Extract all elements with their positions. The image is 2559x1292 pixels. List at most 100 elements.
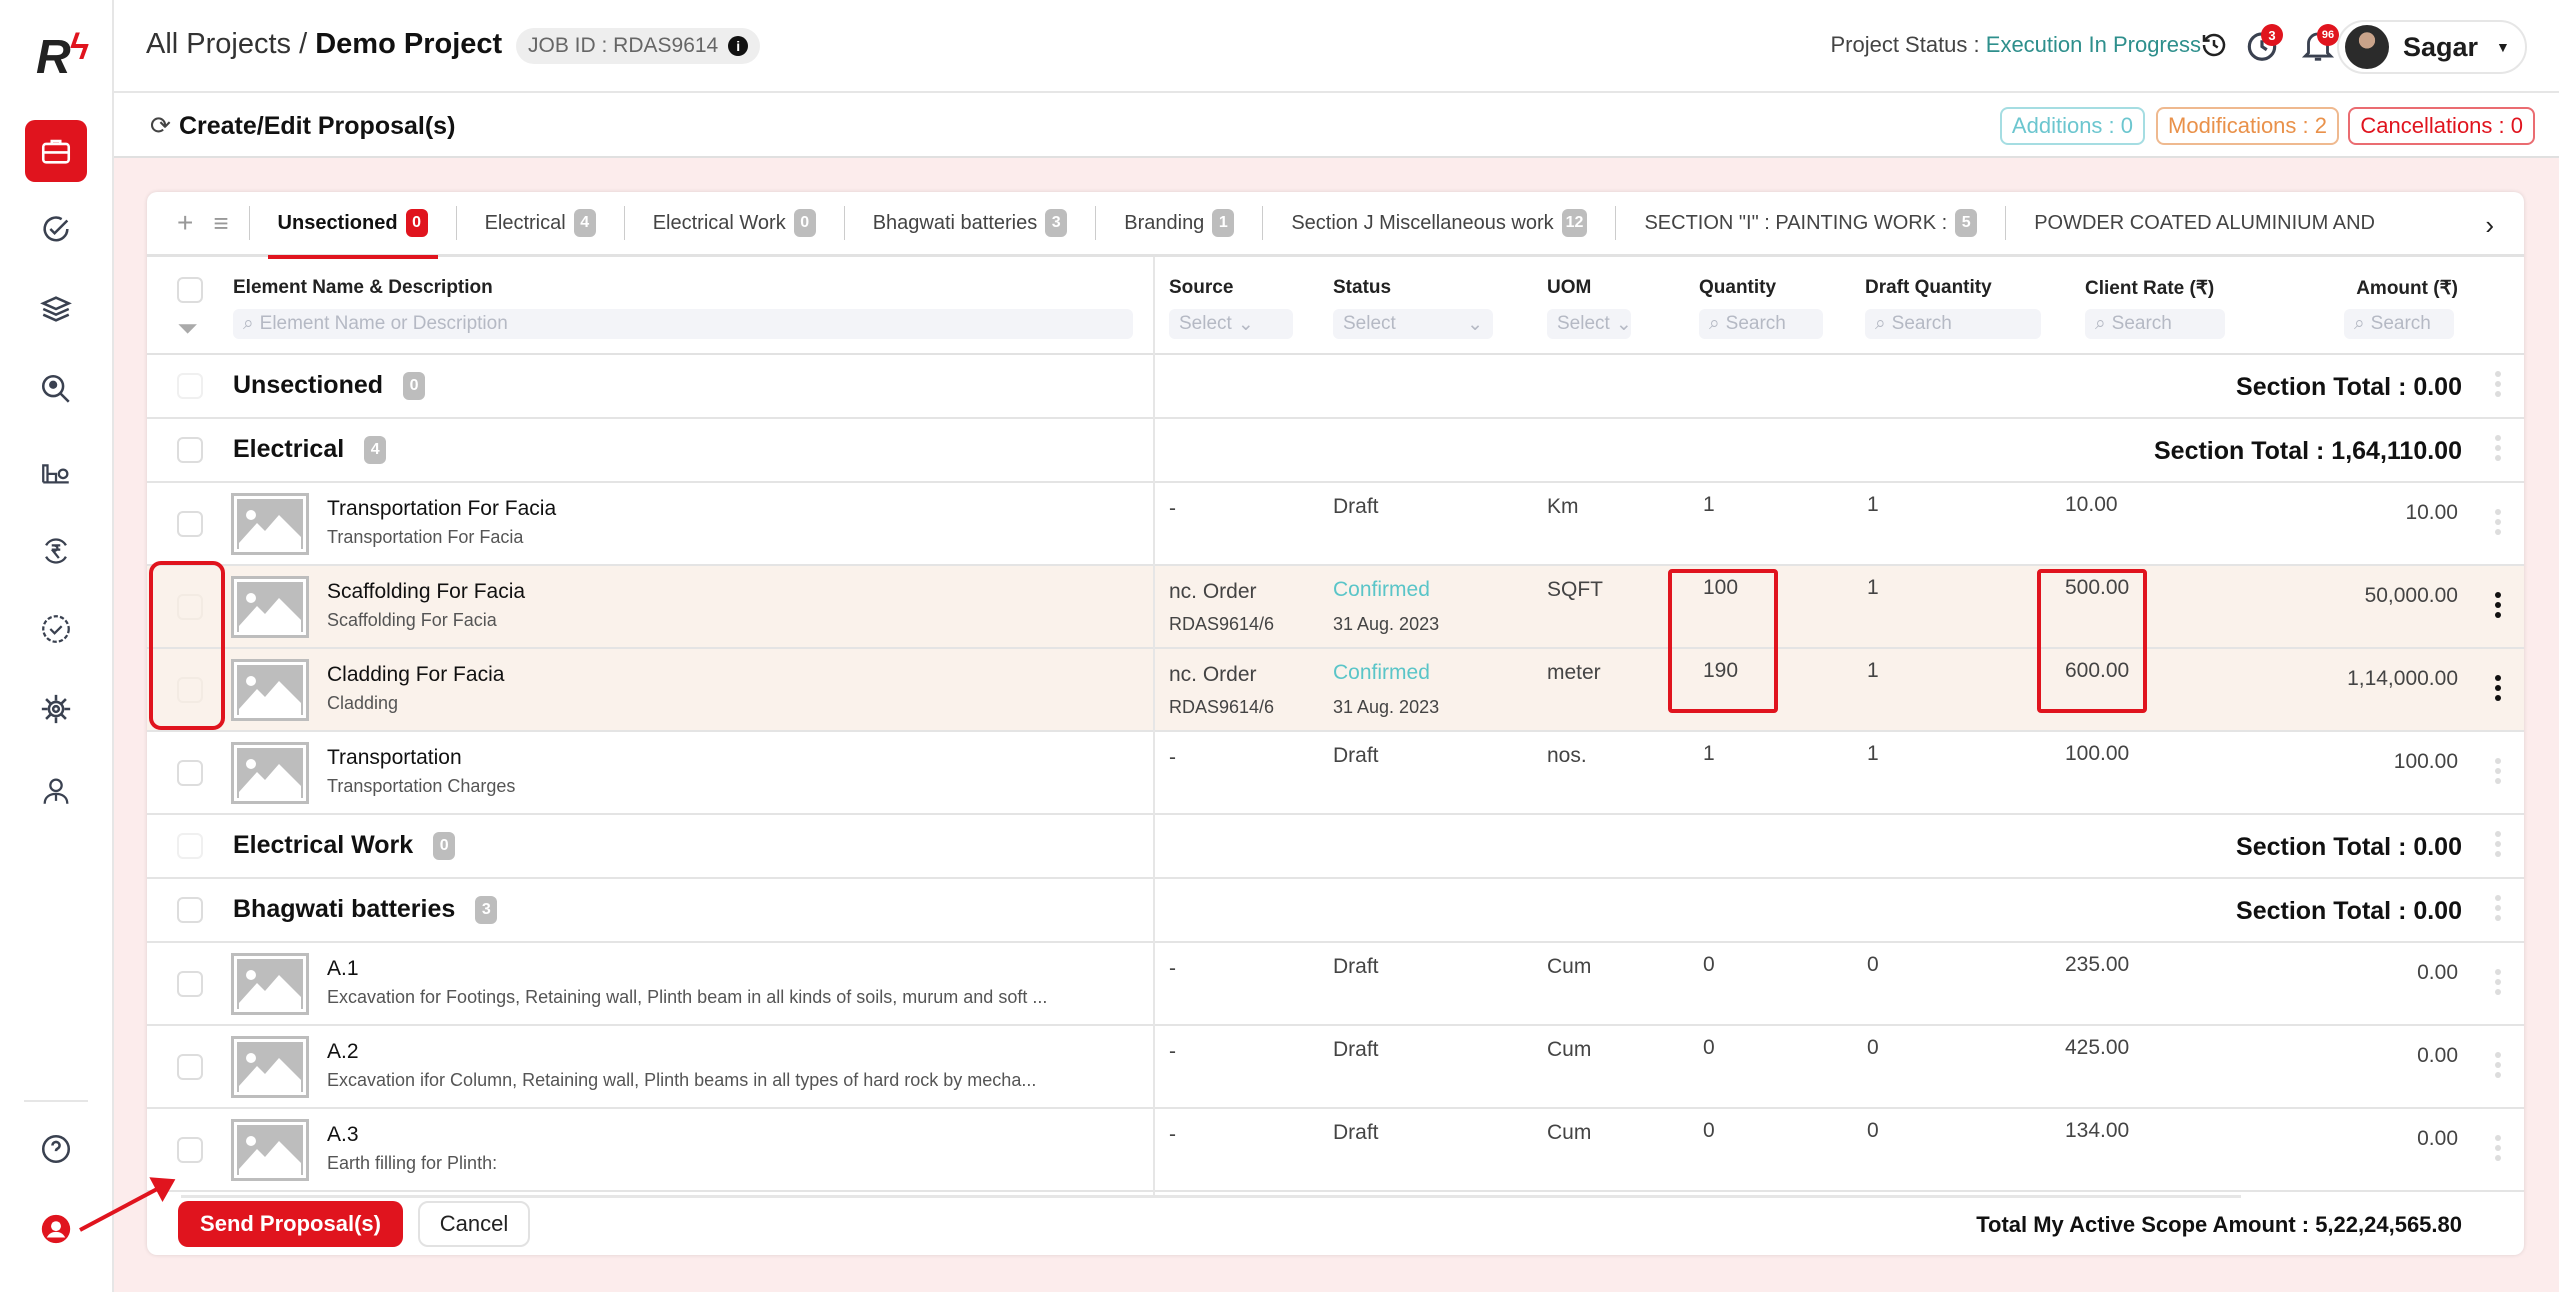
item-status: Draft: [1333, 495, 1379, 518]
more-options-icon[interactable]: [2494, 435, 2502, 461]
table-row[interactable]: Scaffolding For Facia Scaffolding For Fa…: [147, 566, 2524, 649]
row-checkbox[interactable]: [177, 760, 203, 786]
help-icon[interactable]: [25, 1118, 87, 1180]
row-checkbox[interactable]: [177, 971, 203, 997]
breadcrumb-all-projects[interactable]: All Projects: [146, 28, 291, 60]
cancel-button[interactable]: Cancel: [418, 1201, 530, 1247]
item-client-rate[interactable]: 134.00: [2065, 1119, 2129, 1143]
row-checkbox[interactable]: [177, 833, 203, 859]
more-options-icon[interactable]: [2494, 1135, 2502, 1161]
item-client-rate[interactable]: 425.00: [2065, 1036, 2129, 1060]
status-select[interactable]: Select ⌄: [1333, 309, 1493, 339]
tab-powder-coated[interactable]: POWDER COATED ALUMINIUM AND GLA: [2006, 191, 2376, 256]
section-count: 3: [475, 895, 498, 924]
horizontal-scrollbar[interactable]: [181, 1195, 2241, 1198]
item-quantity[interactable]: 1: [1703, 493, 1715, 517]
placeholder: Search: [1725, 313, 1786, 334]
row-checkbox[interactable]: [177, 897, 203, 923]
cancellations-pill[interactable]: Cancellations : 0: [2348, 107, 2535, 145]
item-source-ref: RDAS9614/6: [1169, 697, 1275, 717]
row-checkbox[interactable]: [177, 373, 203, 399]
tab-section-j[interactable]: Section J Miscellaneous work 12: [1263, 191, 1615, 256]
add-section-icon[interactable]: +: [177, 207, 193, 239]
item-quantity[interactable]: 1: [1703, 742, 1715, 766]
source-select[interactable]: Select ⌄: [1169, 309, 1293, 339]
tab-count: 12: [1561, 209, 1588, 237]
placeholder: Element Name or Description: [259, 313, 508, 334]
user-menu[interactable]: Sagar ▼: [2337, 20, 2527, 74]
breadcrumb: All Projects / Demo Project: [146, 28, 502, 61]
history-icon[interactable]: [2199, 30, 2229, 60]
section-label: Electrical Work: [233, 831, 414, 859]
layers-icon[interactable]: [25, 278, 87, 340]
item-draft-quantity: 1: [1867, 493, 1879, 516]
additions-pill[interactable]: Additions : 0: [1999, 107, 2145, 145]
item-client-rate[interactable]: 10.00: [2065, 493, 2118, 517]
more-options-icon[interactable]: [2494, 371, 2502, 397]
sidebar-divider: [24, 1100, 88, 1102]
tab-painting-work[interactable]: SECTION "I" : PAINTING WORK : 5: [1616, 191, 2005, 256]
modifications-pill[interactable]: Modifications : 2: [2156, 107, 2339, 145]
row-checkbox[interactable]: [177, 1137, 203, 1163]
rupee-cycle-icon[interactable]: [25, 520, 87, 582]
support-agent-icon[interactable]: [25, 1198, 87, 1260]
item-name: Transportation For Facia: [327, 497, 557, 520]
item-quantity[interactable]: 0: [1703, 953, 1715, 977]
draft-quantity-search[interactable]: ⌕ Search: [1865, 309, 2041, 339]
more-options-icon[interactable]: [2494, 895, 2502, 921]
more-options-icon[interactable]: [2494, 831, 2502, 857]
item-uom: Km: [1547, 495, 1579, 518]
people-search-icon[interactable]: [25, 358, 87, 420]
tab-scroll-right-icon[interactable]: ›: [2485, 210, 2494, 241]
element-search-input[interactable]: ⌕ Element Name or Description: [233, 309, 1133, 339]
projects-icon[interactable]: [25, 120, 87, 182]
tab-unsectioned[interactable]: Unsectioned 0: [250, 191, 456, 259]
tab-count: 5: [1955, 209, 1978, 237]
info-icon[interactable]: i: [728, 36, 749, 56]
settings-network-icon[interactable]: [25, 678, 87, 740]
list-menu-icon[interactable]: ≡: [213, 208, 228, 239]
client-rate-search[interactable]: ⌕ Search: [2085, 309, 2225, 339]
amount-search[interactable]: ⌕ Search: [2344, 309, 2454, 339]
table-row[interactable]: Transportation Transportation Charges - …: [147, 732, 2524, 815]
search-icon: ⌕: [2354, 313, 2365, 334]
verified-badge-icon[interactable]: [25, 598, 87, 660]
item-quantity[interactable]: 0: [1703, 1119, 1715, 1143]
tab-electrical[interactable]: Electrical 4: [457, 191, 624, 256]
table-row[interactable]: A.2 Excavation ifor Column, Retaining wa…: [147, 1026, 2524, 1109]
table-row[interactable]: A.3 Earth filling for Plinth: - Draft Cu…: [147, 1109, 2524, 1192]
item-client-rate[interactable]: 100.00: [2065, 742, 2129, 766]
filter-icon[interactable]: ⏷: [177, 313, 198, 345]
uom-select[interactable]: Select ⌄: [1547, 309, 1632, 339]
row-checkbox[interactable]: [177, 511, 203, 537]
item-uom: SQFT: [1547, 578, 1603, 601]
select-all-checkbox[interactable]: [177, 277, 203, 303]
more-options-icon[interactable]: [2494, 592, 2502, 618]
tab-bhagwati-batteries[interactable]: Bhagwati batteries 3: [845, 191, 1096, 256]
user-manager-icon[interactable]: [25, 760, 87, 822]
notification-bell-icon[interactable]: 96: [2299, 24, 2341, 68]
tab-label: Branding: [1124, 211, 1205, 234]
row-checkbox[interactable]: [177, 1054, 203, 1080]
send-proposals-button[interactable]: Send Proposal(s): [178, 1201, 403, 1247]
more-options-icon[interactable]: [2494, 509, 2502, 535]
table-row[interactable]: A.1 Excavation for Footings, Retaining w…: [147, 943, 2524, 1026]
tab-electrical-work[interactable]: Electrical Work 0: [625, 191, 844, 256]
section-label: Electrical: [233, 435, 345, 463]
tasks-check-icon[interactable]: [25, 198, 87, 260]
item-client-rate[interactable]: 235.00: [2065, 953, 2129, 977]
more-options-icon[interactable]: [2494, 758, 2502, 784]
table-row[interactable]: Transportation For Facia Transportation …: [147, 483, 2524, 566]
table-row[interactable]: Cladding For Facia Cladding nc. Order RD…: [147, 649, 2524, 732]
refresh-icon[interactable]: ⟳: [150, 111, 171, 141]
row-checkbox[interactable]: [177, 437, 203, 463]
more-options-icon[interactable]: [2494, 1052, 2502, 1078]
app-logo[interactable]: Rϟ: [36, 26, 96, 88]
item-quantity[interactable]: 0: [1703, 1036, 1715, 1060]
tab-branding[interactable]: Branding 1: [1096, 191, 1262, 256]
more-options-icon[interactable]: [2494, 969, 2502, 995]
timer-icon[interactable]: 3: [2243, 24, 2285, 68]
quantity-search[interactable]: ⌕ Search: [1699, 309, 1823, 339]
more-options-icon[interactable]: [2494, 675, 2502, 701]
site-worker-icon[interactable]: [25, 440, 87, 502]
